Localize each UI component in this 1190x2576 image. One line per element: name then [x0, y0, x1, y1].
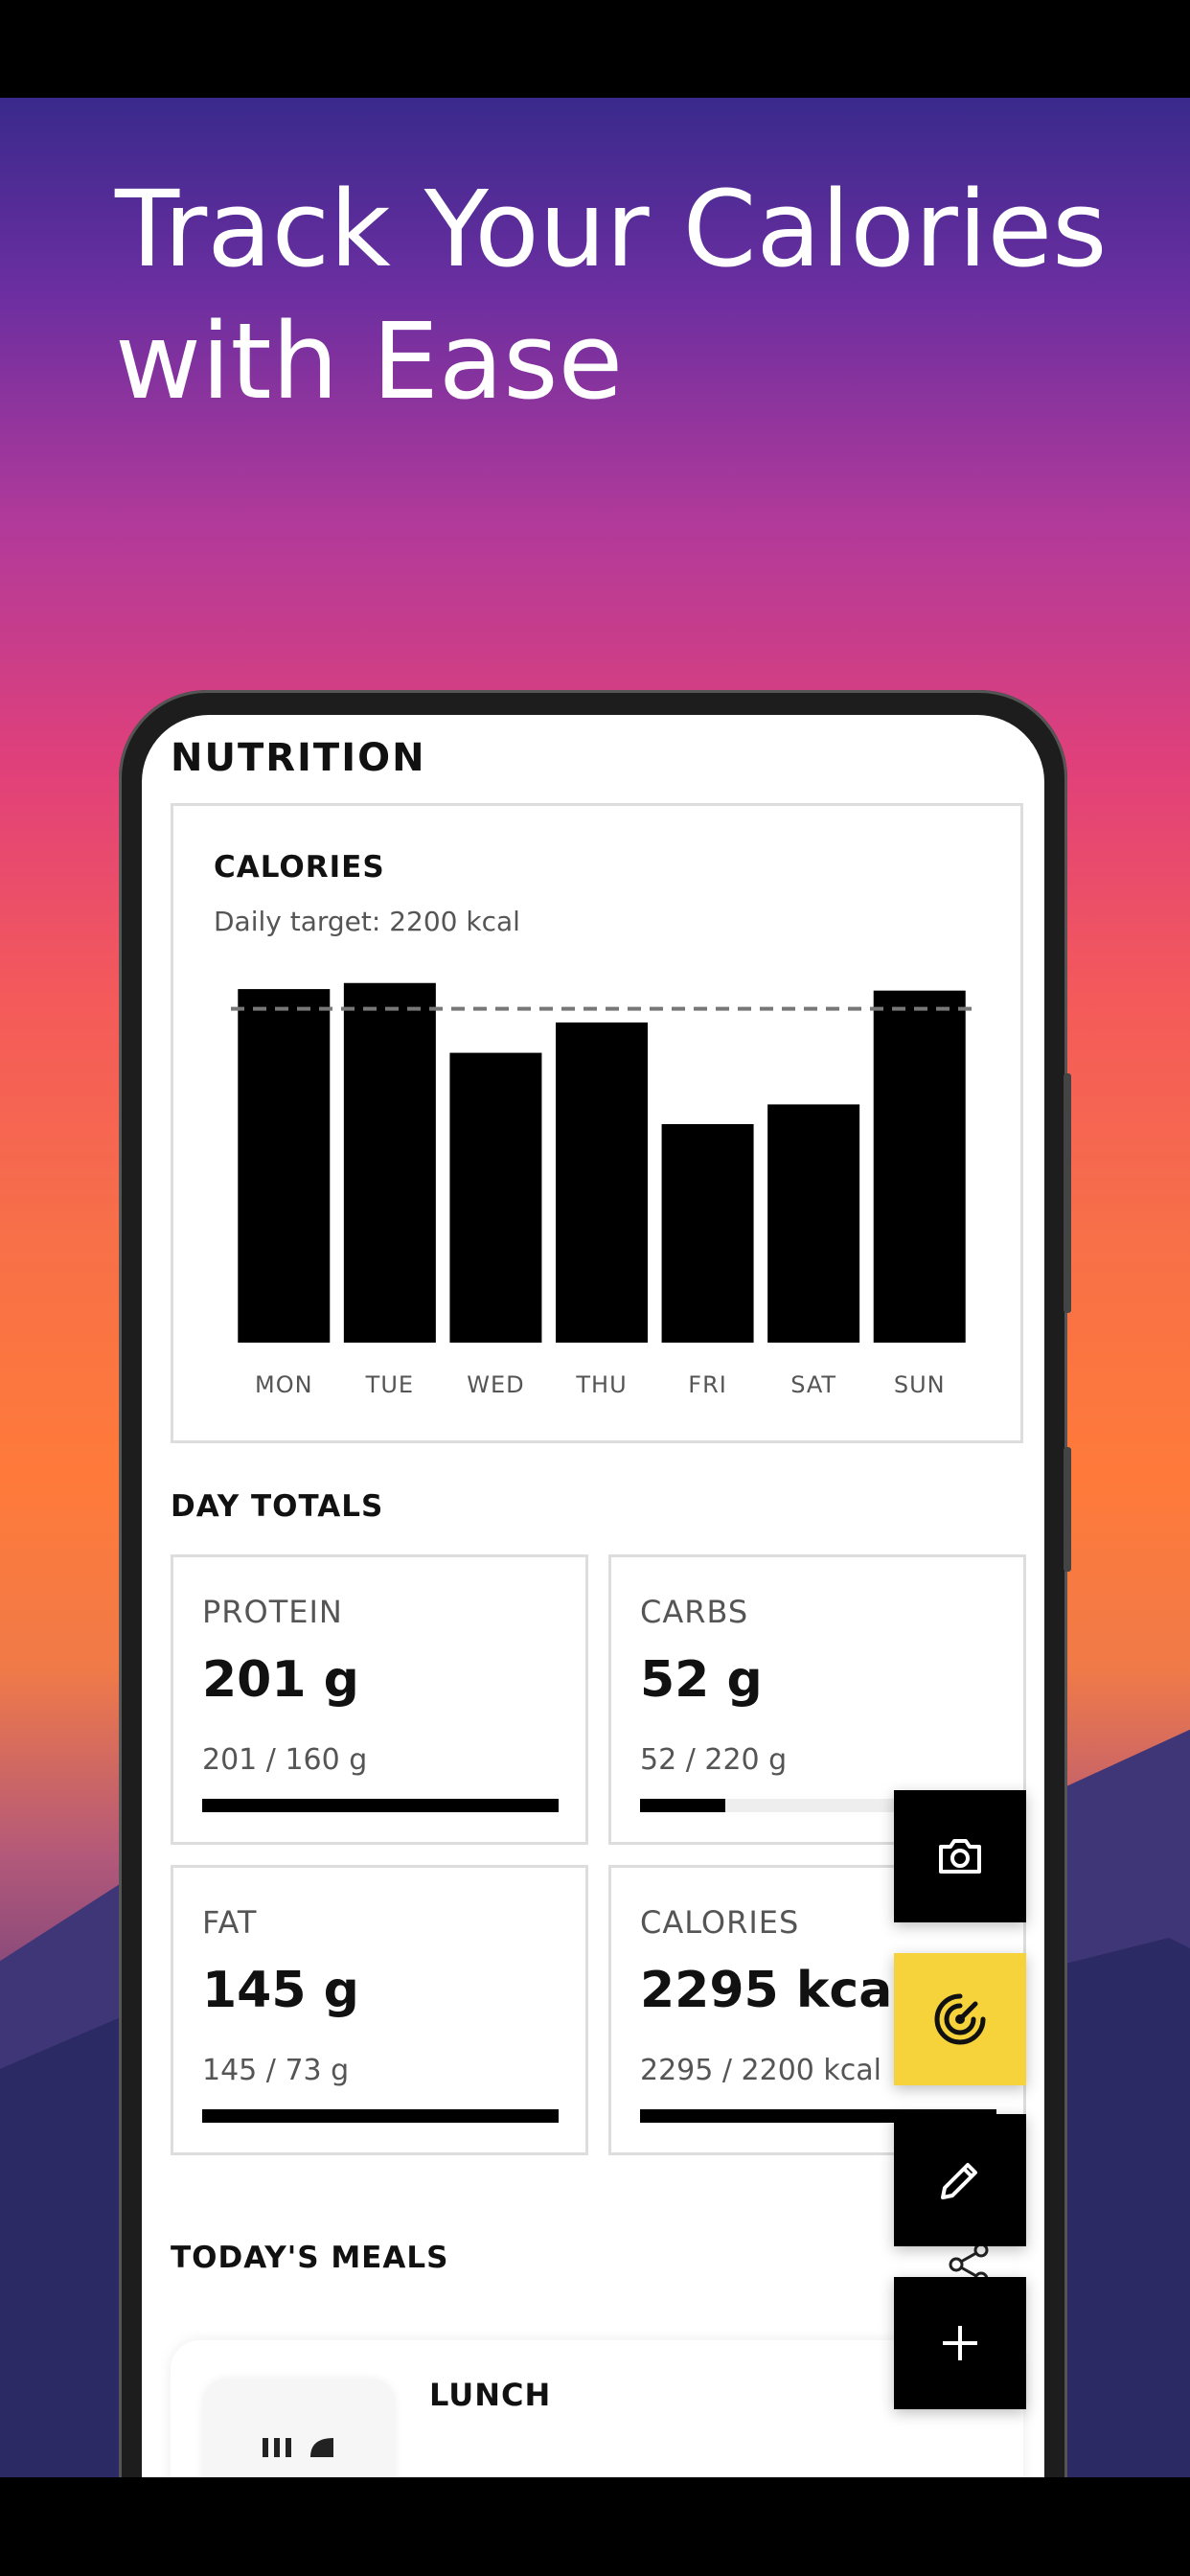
edit-button[interactable]	[894, 2114, 1026, 2246]
pencil-icon	[941, 2163, 977, 2199]
x-tick-label: MON	[255, 1371, 313, 1398]
calories-chart-card: CALORIES Daily target: 2200 kcal MON TUE W…	[171, 803, 1023, 1443]
meal-title: LUNCH	[429, 2377, 552, 2413]
bar-fri	[661, 1124, 754, 1343]
x-tick-label: SAT	[790, 1371, 836, 1398]
bar-thu	[556, 1022, 648, 1343]
progress-track	[202, 1799, 559, 1812]
todays-meals-label: TODAY'S MEALS	[171, 2241, 449, 2275]
add-button[interactable]	[894, 2277, 1026, 2409]
tile-value: 2295 kcal	[640, 1962, 910, 2019]
headline-line1: Track Your Calories	[115, 168, 1108, 290]
status-bar	[0, 0, 1190, 98]
bar-sat	[767, 1104, 860, 1343]
target-button[interactable]	[894, 1953, 1026, 2085]
navigation-bar	[0, 2477, 1190, 2576]
tile-label: CALORIES	[640, 1904, 800, 1941]
calories-bar-chart: MON TUE WED THU FRI SAT SUN	[231, 982, 973, 1398]
plus-icon	[943, 2326, 977, 2360]
headline-line2: with Ease	[115, 300, 624, 423]
tile-detail: 2295 / 2200 kcal	[640, 2054, 881, 2087]
tile-value: 201 g	[202, 1651, 359, 1709]
protein-tile[interactable]: PROTEIN 201 g 201 / 160 g	[171, 1554, 588, 1845]
x-tick-label: WED	[467, 1371, 524, 1398]
day-totals-label: DAY TOTALS	[171, 1489, 384, 1524]
bar-sun	[873, 990, 966, 1343]
bar-tue	[343, 982, 436, 1343]
bar-mon	[238, 989, 331, 1343]
progress-fill	[202, 2109, 559, 2123]
x-tick-label: FRI	[688, 1371, 727, 1398]
page-title: NUTRITION	[171, 736, 426, 780]
phone-volume-button	[1064, 1073, 1071, 1313]
x-tick-label: THU	[575, 1371, 627, 1398]
fat-tile[interactable]: FAT 145 g 145 / 73 g	[171, 1865, 588, 2155]
headline: Track Your Calories with Ease	[115, 163, 1169, 427]
progress-track	[202, 2109, 559, 2123]
tile-detail: 52 / 220 g	[640, 1743, 788, 1777]
tile-label: FAT	[202, 1904, 258, 1941]
tile-label: CARBS	[640, 1594, 749, 1630]
x-tick-label: SUN	[894, 1371, 946, 1398]
progress-fill	[202, 1799, 559, 1812]
tile-value: 52 g	[640, 1651, 763, 1709]
bar-wed	[449, 1052, 542, 1343]
meal-thumbnail	[203, 2379, 395, 2477]
phone-power-button	[1064, 1447, 1071, 1572]
tile-detail: 145 / 73 g	[202, 2054, 350, 2087]
target-icon	[934, 1993, 986, 2045]
camera-icon	[939, 1839, 981, 1874]
x-tick-label: TUE	[365, 1371, 414, 1398]
camera-button[interactable]	[894, 1790, 1026, 1922]
tile-label: PROTEIN	[202, 1594, 343, 1630]
tile-detail: 201 / 160 g	[202, 1743, 368, 1777]
tile-value: 145 g	[202, 1962, 359, 2019]
utensils-icon	[263, 2438, 333, 2457]
progress-fill	[640, 1799, 726, 1812]
